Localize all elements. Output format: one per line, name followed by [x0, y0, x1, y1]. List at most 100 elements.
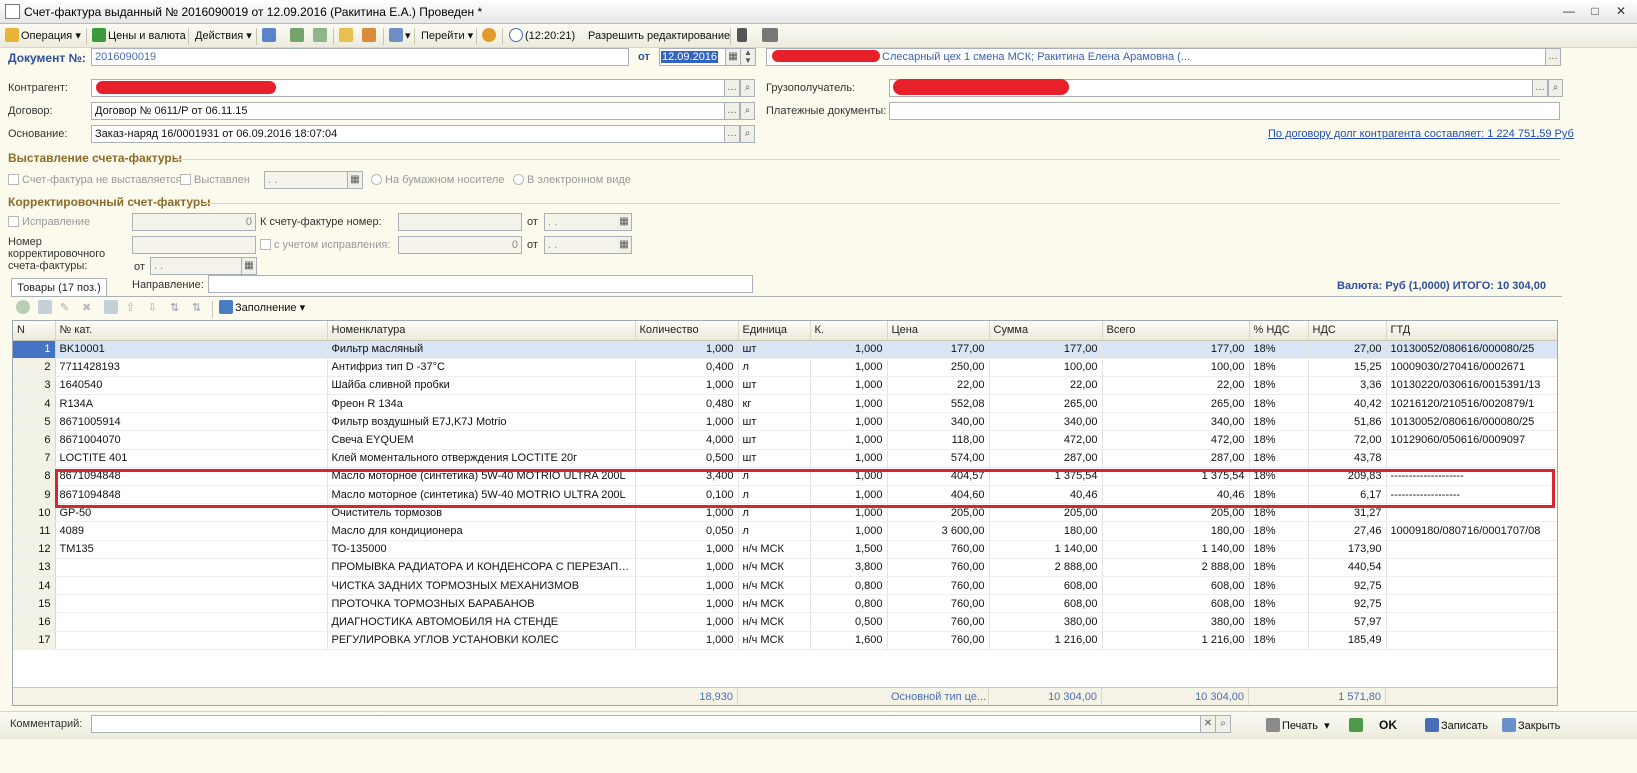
- actions-menu[interactable]: Действия ▾: [195, 28, 252, 44]
- table-cell[interactable]: 185,49: [1308, 631, 1387, 650]
- help-icon[interactable]: [482, 28, 498, 44]
- table-cell[interactable]: 760,00: [887, 594, 990, 614]
- org-select-button[interactable]: …: [1546, 48, 1561, 66]
- doc-number-field[interactable]: 2016090019: [91, 48, 629, 66]
- structure-icon[interactable]: [339, 28, 355, 44]
- fix-checkbox[interactable]: Исправление: [8, 216, 90, 228]
- table-cell[interactable]: 17: [13, 631, 56, 650]
- table-cell[interactable]: [1386, 612, 1557, 632]
- table-cell[interactable]: 8671005914: [55, 412, 328, 432]
- table-cell[interactable]: 552,08: [887, 394, 990, 414]
- table-cell[interactable]: 340,00: [989, 412, 1103, 432]
- calendar-icon[interactable]: ▦: [348, 171, 363, 189]
- table-cell[interactable]: 608,00: [1102, 594, 1250, 614]
- table-cell[interactable]: 380,00: [1102, 612, 1250, 632]
- hierarchy-icon[interactable]: [737, 28, 749, 44]
- sort-asc-icon[interactable]: ⇅: [170, 300, 179, 316]
- paydocs-field[interactable]: [889, 102, 1560, 120]
- table-cell[interactable]: 1,000: [635, 576, 739, 596]
- post-icon[interactable]: [262, 28, 278, 44]
- table-cell[interactable]: 18%: [1249, 412, 1309, 432]
- table-cell[interactable]: 118,00: [887, 430, 990, 450]
- print-button[interactable]: Печать ▾: [1266, 718, 1330, 734]
- table-cell[interactable]: 10130052/080616/000080/25: [1386, 340, 1557, 359]
- column-header[interactable]: N: [13, 321, 56, 341]
- with-fix-field[interactable]: 0: [398, 236, 522, 254]
- to-invoice-date-field[interactable]: . .: [544, 213, 618, 231]
- corr-date-field[interactable]: . .: [150, 257, 242, 275]
- goods-table[interactable]: N № кат. Номенклатура Количество Единица К. Це…: [12, 320, 1558, 706]
- table-cell[interactable]: 287,00: [989, 449, 1103, 468]
- table-cell[interactable]: [1386, 594, 1557, 614]
- calendar-icon[interactable]: ▦: [617, 236, 632, 254]
- add-row-icon[interactable]: [16, 300, 32, 316]
- list-icon[interactable]: [762, 28, 780, 44]
- table-cell[interactable]: ТО-135000: [327, 540, 636, 559]
- table-cell[interactable]: 760,00: [887, 558, 990, 577]
- with-fix-date-field[interactable]: . .: [544, 236, 618, 254]
- paper-radio[interactable]: На бумажном носителе: [371, 174, 504, 186]
- copy-icon[interactable]: [313, 28, 329, 44]
- column-header[interactable]: Цена: [887, 321, 990, 341]
- table-cell[interactable]: R134A: [55, 394, 328, 414]
- table-cell[interactable]: 1,600: [810, 631, 888, 650]
- table-cell[interactable]: 10: [13, 503, 56, 523]
- minimize-button[interactable]: —: [1558, 3, 1580, 20]
- table-cell[interactable]: ПРОТОЧКА ТОРМОЗНЫХ БАРАБАНОВ: [327, 594, 636, 614]
- calendar-icon[interactable]: ▦: [726, 48, 741, 66]
- table-cell[interactable]: 14: [13, 576, 56, 596]
- goto-menu[interactable]: Перейти ▾: [421, 28, 473, 44]
- based-on-icon[interactable]: ▾: [389, 28, 411, 44]
- table-cell[interactable]: 100,00: [989, 358, 1103, 377]
- contractor-search-icon[interactable]: ⌕: [740, 79, 755, 97]
- table-row[interactable]: 12 TM135 ТО-135000 1,000 н/ч МСК 1,500 760,00 1…: [13, 540, 1557, 559]
- table-cell[interactable]: 760,00: [887, 612, 990, 632]
- corr-number-field[interactable]: [132, 236, 256, 254]
- table-cell[interactable]: [55, 558, 328, 577]
- table-cell[interactable]: 2: [13, 358, 56, 377]
- comment-search-icon[interactable]: ⌕: [1216, 715, 1231, 733]
- consignee-search-icon[interactable]: ⌕: [1548, 79, 1563, 97]
- table-cell[interactable]: Клей моментального отверждения LOCTITE 2…: [327, 449, 636, 468]
- column-header[interactable]: НДС: [1308, 321, 1387, 341]
- table-cell[interactable]: 177,00: [1102, 340, 1250, 359]
- table-cell[interactable]: 265,00: [989, 394, 1103, 414]
- table-cell[interactable]: 180,00: [989, 521, 1103, 541]
- table-cell[interactable]: шт: [738, 412, 811, 432]
- table-cell[interactable]: 3,36: [1308, 376, 1387, 396]
- table-cell[interactable]: 287,00: [1102, 449, 1250, 468]
- table-row[interactable]: 17 РЕГУЛИРОВКА УГЛОВ УСТАНОВКИ КОЛЕС 1,000…: [13, 631, 1557, 650]
- delete-row-icon[interactable]: ✖: [82, 300, 91, 316]
- table-cell[interactable]: [1386, 449, 1557, 468]
- contract-search-icon[interactable]: ⌕: [740, 102, 755, 120]
- contract-field[interactable]: Договор № 0611/Р от 06.11.15: [91, 102, 725, 120]
- table-cell[interactable]: 5: [13, 412, 56, 432]
- date-field[interactable]: 12.09.2016: [659, 48, 726, 66]
- table-cell[interactable]: 18%: [1249, 540, 1309, 559]
- table-cell[interactable]: 8: [13, 467, 56, 487]
- table-cell[interactable]: 9: [13, 485, 56, 505]
- table-cell[interactable]: Антифриз тип D -37°C: [327, 358, 636, 377]
- table-cell[interactable]: 760,00: [887, 540, 990, 559]
- table-cell[interactable]: 265,00: [1102, 394, 1250, 414]
- table-cell[interactable]: 43,78: [1308, 449, 1387, 468]
- table-cell[interactable]: 1,000: [810, 430, 888, 450]
- allow-edit-button[interactable]: Разрешить редактирование: [588, 28, 730, 44]
- table-cell[interactable]: 1640540: [55, 376, 328, 396]
- table-cell[interactable]: 3,800: [810, 558, 888, 577]
- table-cell[interactable]: 6: [13, 430, 56, 450]
- table-cell[interactable]: 380,00: [989, 612, 1103, 632]
- table-cell[interactable]: 1 140,00: [989, 540, 1103, 559]
- sort-desc-icon[interactable]: ⇅: [192, 300, 201, 316]
- direction-field[interactable]: [208, 275, 753, 293]
- table-cell[interactable]: 0,500: [810, 612, 888, 632]
- table-cell[interactable]: шт: [738, 449, 811, 468]
- table-cell[interactable]: л: [738, 358, 811, 377]
- table-cell[interactable]: LOCTITE 401: [55, 449, 328, 468]
- column-header[interactable]: Количество: [635, 321, 739, 341]
- basis-field[interactable]: Заказ-наряд 16/0001931 от 06.09.2016 18:…: [91, 125, 725, 143]
- not-issued-checkbox[interactable]: Счет-фактура не выставляется: [8, 174, 182, 186]
- fill-menu[interactable]: Заполнение ▾: [219, 300, 305, 316]
- table-cell[interactable]: 760,00: [887, 631, 990, 650]
- table-cell[interactable]: 1,000: [635, 412, 739, 432]
